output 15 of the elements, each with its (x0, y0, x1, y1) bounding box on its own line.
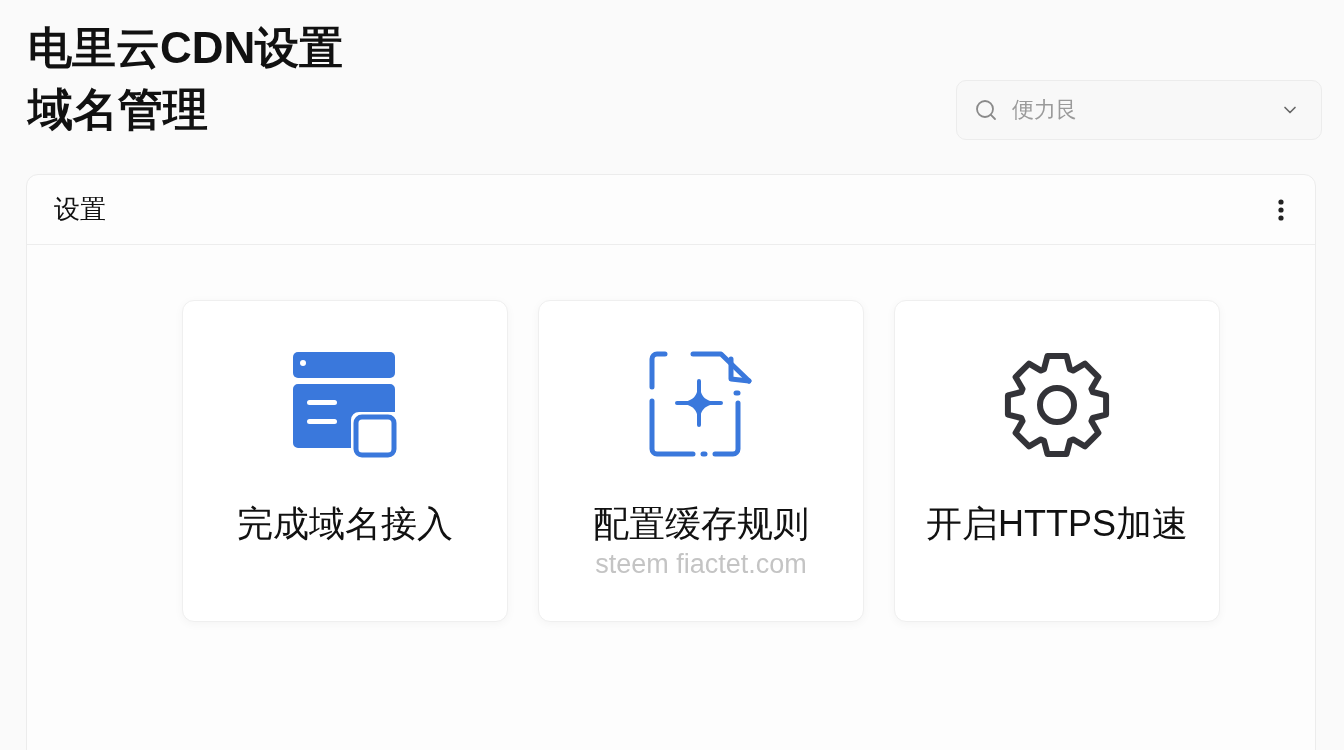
more-vertical-icon (1278, 198, 1284, 221)
search-field[interactable]: 便力艮 (956, 80, 1322, 140)
card-title: 完成域名接入 (237, 502, 453, 546)
search-icon (974, 98, 998, 122)
document-sparkle-icon (649, 351, 753, 459)
card-title: 开启HTTPS加速 (926, 502, 1188, 546)
card-subtitle: steem fiactet.com (595, 548, 807, 581)
feature-card[interactable]: 开启HTTPS加速 (894, 300, 1220, 622)
card-title: 配置缓存规则 (593, 502, 809, 546)
browser-window-icon (293, 352, 397, 458)
page-subtitle: 域名管理 (28, 83, 208, 137)
feature-card[interactable]: 完成域名接入 (182, 300, 508, 622)
page-title: 电里云CDN设置 (28, 22, 344, 74)
feature-card[interactable]: 配置缓存规则 steem fiactet.com (538, 300, 864, 622)
panel-title: 设置 (54, 193, 106, 226)
